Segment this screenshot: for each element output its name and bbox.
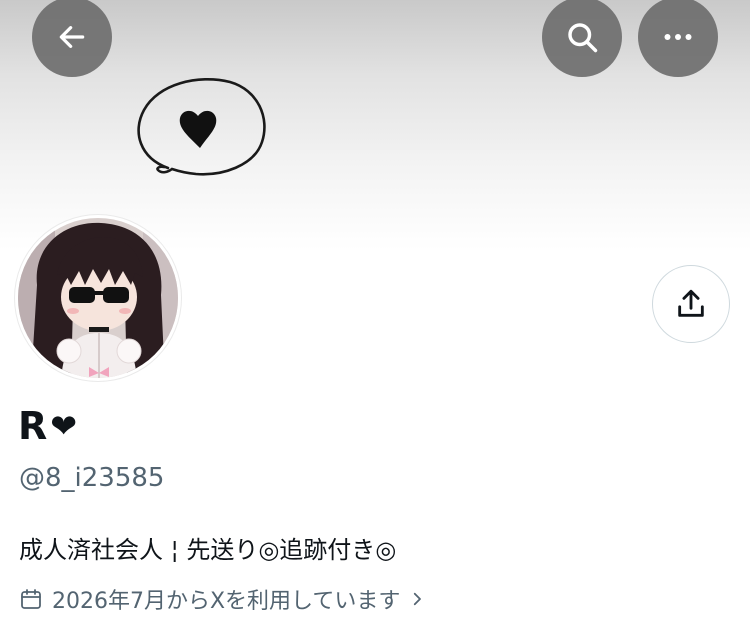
joined-date-row[interactable]: 2026年7月からXを利用しています xyxy=(19,583,426,615)
share-upload-icon xyxy=(678,289,704,317)
display-name: R ❤ xyxy=(18,404,78,448)
heart-speech-bubble-art xyxy=(137,78,266,176)
joined-date-text: 2026年7月からXを利用しています xyxy=(52,589,401,614)
avatar-illustration xyxy=(18,218,178,378)
more-button[interactable] xyxy=(638,0,718,77)
display-name-text: R xyxy=(18,404,49,448)
search-icon xyxy=(568,23,598,53)
avatar[interactable] xyxy=(15,215,181,381)
more-horizontal-icon xyxy=(664,34,692,40)
arrow-left-icon xyxy=(59,26,85,48)
bio-text: 成人済社会人 ¦ 先送り◎追跡付き◎ xyxy=(19,536,397,564)
search-button[interactable] xyxy=(542,0,622,77)
back-button[interactable] xyxy=(32,0,112,77)
calendar-icon xyxy=(19,587,43,611)
user-handle: @8_i23585 xyxy=(19,463,165,493)
chevron-right-icon xyxy=(408,590,426,608)
share-button[interactable] xyxy=(652,265,730,343)
display-name-heart: ❤ xyxy=(50,407,79,445)
